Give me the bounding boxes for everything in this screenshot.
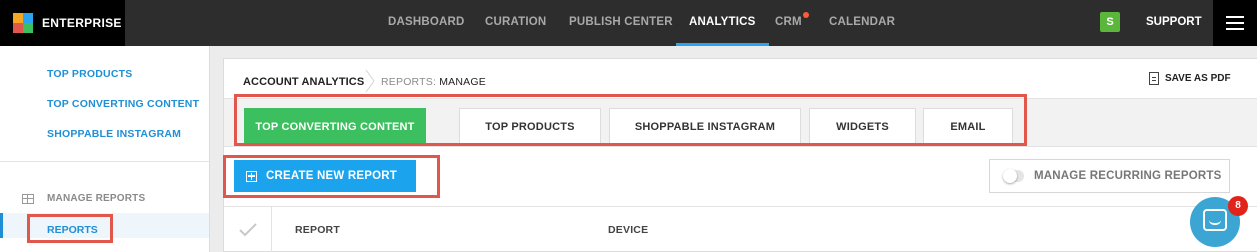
- sidebar-section-manage-reports: MANAGE REPORTS: [47, 193, 146, 204]
- highlight-box-reports: [27, 214, 113, 243]
- document-icon: [1149, 72, 1159, 85]
- toggle-switch-icon[interactable]: [1003, 169, 1024, 183]
- highlight-box-tabs: [234, 94, 1027, 146]
- breadcrumb-account-analytics[interactable]: ACCOUNT ANALYTICS: [243, 76, 364, 88]
- table-grid-icon: [22, 194, 34, 204]
- chat-bubble-icon: [1203, 209, 1227, 231]
- column-header-device[interactable]: DEVICE: [608, 224, 648, 236]
- breadcrumb-current: REPORTS: MANAGE: [381, 76, 486, 88]
- breadcrumb-page: MANAGE: [439, 76, 486, 88]
- sidebar-divider: [0, 161, 209, 162]
- checkmark-icon: [239, 223, 257, 237]
- sidebar-item-shoppable-instagram[interactable]: SHOPPABLE INSTAGRAM: [47, 128, 181, 140]
- brand-logo-link[interactable]: ENTERPRISE: [0, 0, 125, 46]
- select-all-column[interactable]: [224, 207, 272, 252]
- highlight-box-create-report: [223, 155, 440, 198]
- nav-curation[interactable]: CURATION: [485, 0, 546, 46]
- sidebar-item-top-converting-content[interactable]: TOP CONVERTING CONTENT: [47, 98, 199, 110]
- brand-logo-icon: [13, 13, 33, 33]
- nav-analytics[interactable]: ANALYTICS: [676, 0, 769, 46]
- user-avatar[interactable]: S: [1100, 12, 1120, 32]
- nav-crm-label: CRM: [775, 16, 802, 28]
- nav-dashboard[interactable]: DASHBOARD: [388, 0, 465, 46]
- manage-recurring-reports-label: MANAGE RECURRING REPORTS: [1034, 170, 1222, 182]
- reports-table-header: REPORT DEVICE: [224, 206, 1257, 252]
- sidebar-item-top-products[interactable]: TOP PRODUCTS: [47, 68, 132, 80]
- top-navigation-bar: ENTERPRISE DASHBOARD CURATION PUBLISH CE…: [0, 0, 1257, 46]
- notification-dot-icon: [802, 12, 809, 18]
- chevron-right-icon: [365, 70, 375, 92]
- support-link[interactable]: SUPPORT: [1146, 0, 1202, 44]
- brand-name: ENTERPRISE: [42, 16, 122, 30]
- breadcrumb: ACCOUNT ANALYTICS REPORTS: MANAGE SAVE A…: [224, 59, 1257, 99]
- save-as-pdf-label: SAVE AS PDF: [1165, 73, 1231, 84]
- chat-unread-badge: 8: [1228, 196, 1248, 216]
- hamburger-menu-icon[interactable]: [1213, 0, 1257, 46]
- nav-publish-center[interactable]: PUBLISH CENTER: [569, 0, 673, 46]
- column-header-report[interactable]: REPORT: [295, 224, 340, 236]
- manage-recurring-reports-toggle[interactable]: MANAGE RECURRING REPORTS: [989, 159, 1230, 193]
- nav-calendar[interactable]: CALENDAR: [829, 0, 895, 46]
- nav-crm[interactable]: CRM: [775, 0, 809, 46]
- breadcrumb-section: REPORTS:: [381, 76, 437, 88]
- save-as-pdf-button[interactable]: SAVE AS PDF: [1149, 72, 1231, 85]
